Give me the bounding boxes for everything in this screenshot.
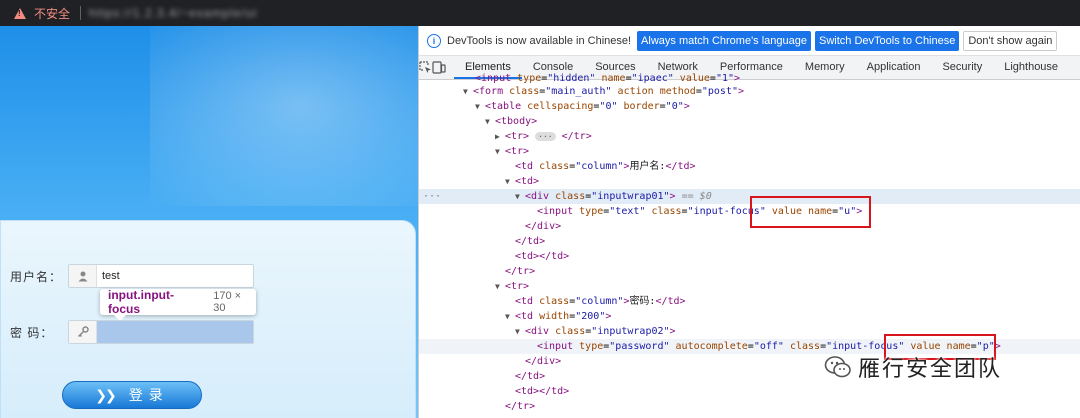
dom-node[interactable]: ▼ <td> bbox=[419, 174, 1080, 189]
login-button-label: 登录 bbox=[128, 387, 169, 403]
dom-node[interactable]: ▼ <tr> bbox=[419, 279, 1080, 294]
dom-node[interactable]: <td></td> bbox=[419, 249, 1080, 264]
watermark: 雁行安全团队 bbox=[824, 351, 1002, 383]
login-button[interactable]: ❯❯ 登录 bbox=[62, 381, 202, 409]
watermark-text: 雁行安全团队 bbox=[858, 356, 1003, 381]
dom-node[interactable]: </tr> bbox=[419, 264, 1080, 279]
username-input[interactable]: test bbox=[97, 270, 120, 282]
password-label: 密 码： bbox=[10, 325, 54, 340]
dom-node[interactable]: ▼ <tr> bbox=[419, 144, 1080, 159]
chevrons-icon: ❯❯ bbox=[95, 386, 117, 403]
dom-node[interactable]: </td> bbox=[419, 234, 1080, 249]
dom-node[interactable]: ▼ <td width="200"> bbox=[419, 309, 1080, 324]
dom-node[interactable]: ▼ <form class="main_auth" action method="… bbox=[419, 84, 1080, 99]
dom-node[interactable]: ▼ <tbody> bbox=[419, 114, 1080, 129]
key-icon bbox=[69, 321, 97, 343]
dont-show-again-button[interactable]: Don't show again bbox=[963, 30, 1058, 51]
annotation-box bbox=[750, 196, 871, 228]
tooltip-size: 170 × 30 bbox=[213, 290, 242, 314]
background-glow bbox=[150, 26, 418, 206]
web-page bbox=[0, 26, 418, 418]
address-bar: 不安全 https://1.2.3.4/~example/ui bbox=[0, 0, 1080, 26]
username-label: 用户名： bbox=[10, 269, 63, 284]
element-tooltip: input.input-focus 170 × 30 bbox=[100, 288, 256, 321]
match-language-button[interactable]: Always match Chrome's language bbox=[637, 30, 812, 51]
info-icon: i bbox=[427, 33, 441, 48]
username-field[interactable]: test bbox=[68, 264, 254, 288]
dom-node[interactable]: <td class="column">用户名:</td> bbox=[419, 159, 1080, 174]
dom-node[interactable]: ▼ <table cellspacing="0" border="0"> bbox=[419, 99, 1080, 114]
dom-node[interactable]: </tr> bbox=[419, 399, 1080, 414]
password-field[interactable] bbox=[68, 320, 254, 344]
password-input[interactable] bbox=[97, 321, 253, 343]
dom-node[interactable]: <td></td> bbox=[419, 384, 1080, 399]
dom-node[interactable]: <td class="column">密码:</td> bbox=[419, 294, 1080, 309]
info-message: DevTools is now available in Chinese! bbox=[447, 34, 632, 47]
url-text[interactable]: https://1.2.3.4/~example/ui bbox=[89, 6, 257, 20]
user-icon bbox=[69, 265, 97, 287]
dom-node[interactable]: ▶ <tr> ··· </tr> bbox=[419, 129, 1080, 144]
tooltip-selector: input.input-focus bbox=[108, 288, 174, 316]
password-row: 密 码： bbox=[10, 320, 254, 344]
devtools-infobar: i DevTools is now available in Chinese! … bbox=[419, 26, 1080, 56]
username-row: 用户名： test bbox=[10, 264, 254, 288]
security-label[interactable]: 不安全 bbox=[34, 5, 70, 22]
wechat-logo-icon bbox=[824, 355, 852, 379]
switch-language-button[interactable]: Switch DevTools to Chinese bbox=[815, 30, 960, 51]
warning-icon bbox=[14, 7, 26, 19]
divider bbox=[80, 6, 82, 20]
